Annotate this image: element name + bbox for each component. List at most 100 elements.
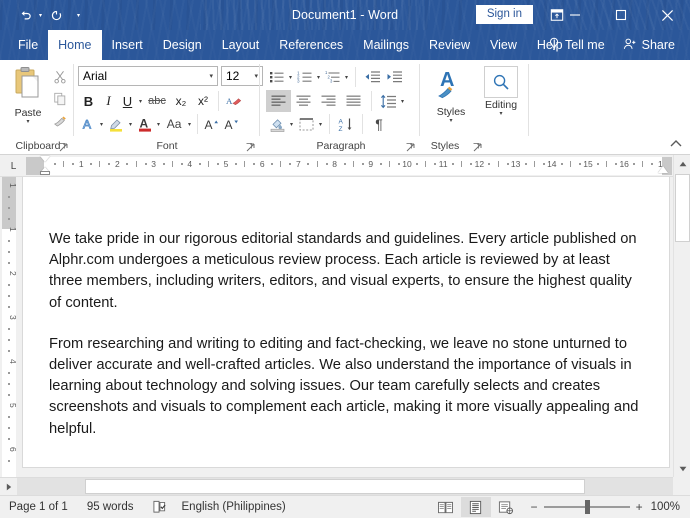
tab-stop-selector[interactable]: L <box>6 159 21 174</box>
zoom-slider[interactable] <box>543 500 630 514</box>
line-spacing-icon[interactable] <box>377 90 399 112</box>
close-button[interactable] <box>644 0 690 30</box>
italic-button[interactable]: I <box>99 90 118 112</box>
web-layout-button[interactable] <box>491 497 521 517</box>
undo-icon[interactable] <box>14 3 36 27</box>
print-layout-button[interactable] <box>460 497 491 517</box>
sign-in-button[interactable]: Sign in <box>475 5 533 24</box>
decrease-indent-icon[interactable] <box>361 66 383 88</box>
horizontal-scrollbar[interactable] <box>0 477 673 496</box>
vertical-scroll-thumb[interactable] <box>675 174 690 242</box>
scroll-up-icon[interactable] <box>674 155 690 172</box>
horizontal-ruler[interactable]: L 1 2 3 4 5 6 7 8 9 10 11 12 13 14 15 16 1 <box>0 155 690 177</box>
text-effects-icon[interactable]: A <box>78 113 98 135</box>
change-case-dropdown-icon[interactable]: ▾ <box>186 121 193 128</box>
multilevel-list-icon[interactable]: 123 <box>322 66 343 88</box>
tab-home[interactable]: Home <box>48 30 102 60</box>
read-mode-button[interactable] <box>431 497 461 517</box>
editing-dropdown-icon[interactable]: ▾ <box>499 111 502 117</box>
show-formatting-marks-button[interactable]: ¶ <box>368 113 390 135</box>
grow-font-icon[interactable]: A <box>202 113 222 135</box>
left-indent-marker[interactable] <box>40 171 50 175</box>
styles-dialog-launcher[interactable] <box>472 140 483 152</box>
shrink-font-icon[interactable]: A <box>222 113 242 135</box>
tab-mailings[interactable]: Mailings <box>353 30 419 60</box>
tab-review[interactable]: Review <box>419 30 480 60</box>
styles-button[interactable]: A Styles ▾ <box>428 66 474 138</box>
clear-formatting-icon[interactable]: A <box>223 90 245 112</box>
underline-dropdown-icon[interactable]: ▾ <box>137 98 144 105</box>
undo-dropdown-icon[interactable]: ▾ <box>36 3 45 27</box>
page-indicator[interactable]: Page 1 of 1 <box>0 496 77 518</box>
tab-file[interactable]: File <box>8 30 48 60</box>
editing-button[interactable]: Editing ▾ <box>478 66 524 138</box>
scroll-down-icon[interactable] <box>674 460 690 477</box>
font-color-icon[interactable]: A <box>134 113 155 135</box>
align-center-icon[interactable] <box>291 90 316 112</box>
tab-design[interactable]: Design <box>153 30 212 60</box>
zoom-in-button[interactable]: + <box>636 500 643 514</box>
tab-insert[interactable]: Insert <box>102 30 153 60</box>
increase-indent-icon[interactable] <box>383 66 405 88</box>
word-count[interactable]: 95 words <box>77 496 143 518</box>
change-case-button[interactable]: Aa <box>162 113 186 135</box>
scroll-right-icon[interactable] <box>0 478 17 496</box>
tab-view[interactable]: View <box>480 30 527 60</box>
zoom-level[interactable]: 100% <box>651 501 686 513</box>
tab-layout[interactable]: Layout <box>212 30 270 60</box>
font-name-dropdown-icon[interactable]: ▾ <box>209 72 213 80</box>
highlight-dropdown-icon[interactable]: ▾ <box>127 121 134 128</box>
font-name-combobox[interactable]: Arial ▾ <box>78 66 218 86</box>
text-highlight-color-icon[interactable] <box>105 113 127 135</box>
document-text[interactable]: We take pride in our rigorous editorial … <box>49 229 647 460</box>
paste-dropdown-icon[interactable]: ▾ <box>26 119 29 125</box>
text-effects-dropdown-icon[interactable]: ▾ <box>98 121 105 128</box>
borders-icon[interactable] <box>295 113 317 135</box>
proofing-errors-icon[interactable] <box>143 496 176 518</box>
document-page[interactable]: We take pride in our rigorous editorial … <box>22 177 670 468</box>
paste-button[interactable]: Paste ▾ <box>7 66 49 138</box>
tell-me-button[interactable]: Tell me <box>539 30 614 60</box>
font-dialog-launcher[interactable] <box>245 140 256 152</box>
multilevel-dropdown-icon[interactable]: ▾ <box>343 74 350 81</box>
styles-dropdown-icon[interactable]: ▾ <box>449 118 452 124</box>
zoom-out-button[interactable]: − <box>531 500 538 514</box>
bullets-dropdown-icon[interactable]: ▾ <box>287 74 294 81</box>
collapse-ribbon-icon[interactable] <box>668 136 684 150</box>
zoom-slider-thumb[interactable] <box>584 500 590 514</box>
vertical-scrollbar[interactable] <box>673 155 690 477</box>
bold-button[interactable]: B <box>78 90 99 112</box>
cut-icon[interactable] <box>48 66 72 88</box>
minimize-button[interactable] <box>552 0 598 30</box>
numbering-dropdown-icon[interactable]: ▾ <box>315 74 322 81</box>
borders-dropdown-icon[interactable]: ▾ <box>317 121 324 128</box>
shading-dropdown-icon[interactable]: ▾ <box>288 121 295 128</box>
right-indent-marker[interactable] <box>658 166 668 173</box>
tab-references[interactable]: References <box>269 30 353 60</box>
justify-icon[interactable] <box>341 90 366 112</box>
format-painter-icon[interactable] <box>48 110 72 132</box>
font-size-dropdown-icon[interactable]: ▾ <box>254 72 258 80</box>
numbering-icon[interactable]: 123 <box>294 66 315 88</box>
redo-icon[interactable] <box>45 3 67 27</box>
strikethrough-button[interactable]: abc <box>144 90 170 112</box>
sort-icon[interactable]: AZ <box>335 113 357 135</box>
customize-qat-icon[interactable]: ▾ <box>74 3 83 27</box>
first-line-indent-marker[interactable] <box>40 156 50 162</box>
bullets-icon[interactable] <box>266 66 287 88</box>
copy-icon[interactable] <box>48 88 72 110</box>
horizontal-scroll-thumb[interactable] <box>85 479 585 494</box>
align-right-icon[interactable] <box>316 90 341 112</box>
subscript-button[interactable]: x₂ <box>170 90 192 112</box>
clipboard-dialog-launcher[interactable] <box>58 140 69 152</box>
vertical-ruler[interactable]: 1 1 2 3 4 5 6 <box>0 177 18 477</box>
line-spacing-dropdown-icon[interactable]: ▾ <box>399 98 406 105</box>
font-color-dropdown-icon[interactable]: ▾ <box>155 121 162 128</box>
underline-button[interactable]: U <box>118 90 137 112</box>
maximize-button[interactable] <box>598 0 644 30</box>
align-left-icon[interactable] <box>266 90 291 112</box>
superscript-button[interactable]: x² <box>192 90 214 112</box>
font-size-combobox[interactable]: 12 ▾ <box>221 66 263 86</box>
share-button[interactable]: Share <box>614 30 684 60</box>
shading-icon[interactable] <box>266 113 288 135</box>
